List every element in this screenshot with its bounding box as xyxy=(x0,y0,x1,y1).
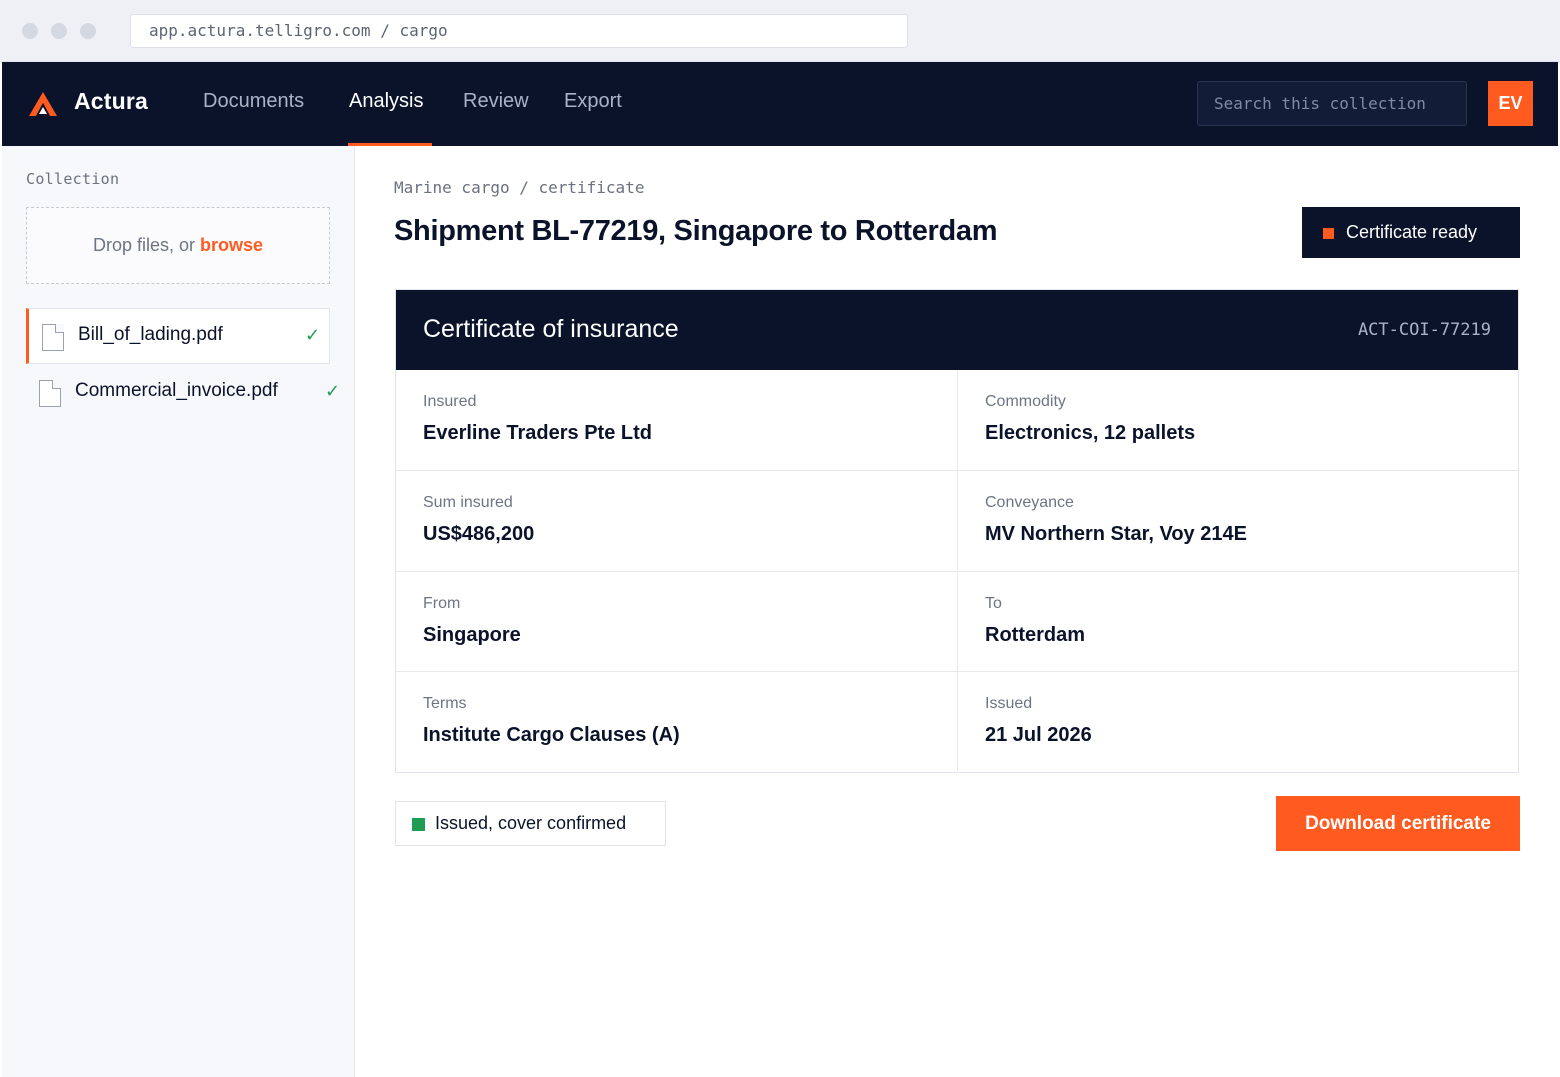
document-icon xyxy=(39,380,61,407)
sidebar-title: Collection xyxy=(26,170,120,188)
file-item-commercial-invoice[interactable]: Commercial_invoice.pdf ✓ xyxy=(26,365,340,421)
field-label: Commodity xyxy=(985,393,1066,410)
field-terms: Terms Institute Cargo Clauses (A) xyxy=(396,671,957,771)
nav-review[interactable]: Review xyxy=(463,90,529,113)
field-label: Terms xyxy=(423,695,467,712)
field-label: Sum insured xyxy=(423,494,513,511)
field-label: From xyxy=(423,595,461,612)
field-value: MV Northern Star, Voy 214E xyxy=(985,523,1247,545)
field-from: From Singapore xyxy=(396,571,957,671)
field-conveyance: Conveyance MV Northern Star, Voy 214E xyxy=(957,470,1518,570)
field-issued: Issued 21 Jul 2026 xyxy=(957,671,1518,771)
file-name: Bill_of_lading.pdf xyxy=(78,324,223,345)
field-sum-insured: Sum insured US$486,200 xyxy=(396,470,957,570)
browse-link[interactable]: browse xyxy=(200,235,263,255)
nav-analysis[interactable]: Analysis xyxy=(349,90,423,113)
field-value: US$486,200 xyxy=(423,523,535,545)
field-label: Conveyance xyxy=(985,494,1074,511)
field-value: Rotterdam xyxy=(985,624,1086,646)
status-badge: Certificate ready xyxy=(1302,207,1520,258)
browser-chrome: app.actura.telligro.com / cargo xyxy=(0,0,1560,62)
status-label: Issued, cover confirmed xyxy=(435,813,627,833)
field-label: Insured xyxy=(423,393,477,410)
top-nav: Actura Documents Analysis Review Export … xyxy=(2,62,1558,146)
field-value: Electronics, 12 pallets xyxy=(985,422,1196,444)
status-square-icon xyxy=(412,818,425,831)
window-minimize-dot[interactable] xyxy=(51,23,67,39)
file-dropzone[interactable]: Drop files, or browse xyxy=(26,207,330,284)
field-value: 21 Jul 2026 xyxy=(985,724,1092,746)
dropzone-text: Drop files, or xyxy=(92,235,200,255)
field-label: Issued xyxy=(985,695,1033,712)
brand-name[interactable]: Actura xyxy=(74,88,148,115)
document-icon xyxy=(42,324,64,351)
field-value: Everline Traders Pte Ltd xyxy=(423,422,652,444)
actura-logo-icon xyxy=(29,92,57,116)
status-square-icon xyxy=(1323,228,1334,239)
field-value: Singapore xyxy=(423,624,521,646)
nav-documents[interactable]: Documents xyxy=(203,90,304,113)
field-insured: Insured Everline Traders Pte Ltd xyxy=(396,370,957,470)
field-value: Institute Cargo Clauses (A) xyxy=(423,724,680,746)
check-icon: ✓ xyxy=(305,325,321,345)
check-icon: ✓ xyxy=(325,381,341,401)
certificate-id: ACT-COI-77219 xyxy=(1357,320,1491,340)
window-close-dot[interactable] xyxy=(22,23,38,39)
page-title: Shipment BL-77219, Singapore to Rotterda… xyxy=(394,215,998,247)
nav-export[interactable]: Export xyxy=(564,90,622,113)
user-avatar[interactable]: EV xyxy=(1488,81,1533,126)
breadcrumb: Marine cargo / certificate xyxy=(394,178,645,197)
file-item-bill-of-lading[interactable]: Bill_of_lading.pdf ✓ xyxy=(26,308,330,364)
card-header: Certificate of insurance ACT-COI-77219 xyxy=(396,290,1518,370)
field-label: To xyxy=(985,595,1002,612)
certificate-card: Certificate of insurance ACT-COI-77219 I… xyxy=(395,289,1519,773)
search-input[interactable]: Search this collection xyxy=(1197,81,1467,126)
field-to: To Rotterdam xyxy=(957,571,1518,671)
window-maximize-dot[interactable] xyxy=(80,23,96,39)
issue-status: Issued, cover confirmed xyxy=(395,801,666,846)
active-tab-indicator xyxy=(348,143,432,146)
card-title: Certificate of insurance xyxy=(423,315,679,343)
download-certificate-button[interactable]: Download certificate xyxy=(1276,796,1520,851)
field-commodity: Commodity Electronics, 12 pallets xyxy=(957,370,1518,470)
file-name: Commercial_invoice.pdf xyxy=(75,380,278,401)
badge-label: Certificate ready xyxy=(1346,222,1478,242)
address-bar[interactable]: app.actura.telligro.com / cargo xyxy=(130,14,908,48)
sidebar: Collection Drop files, or browse Bill_of… xyxy=(2,146,355,1077)
